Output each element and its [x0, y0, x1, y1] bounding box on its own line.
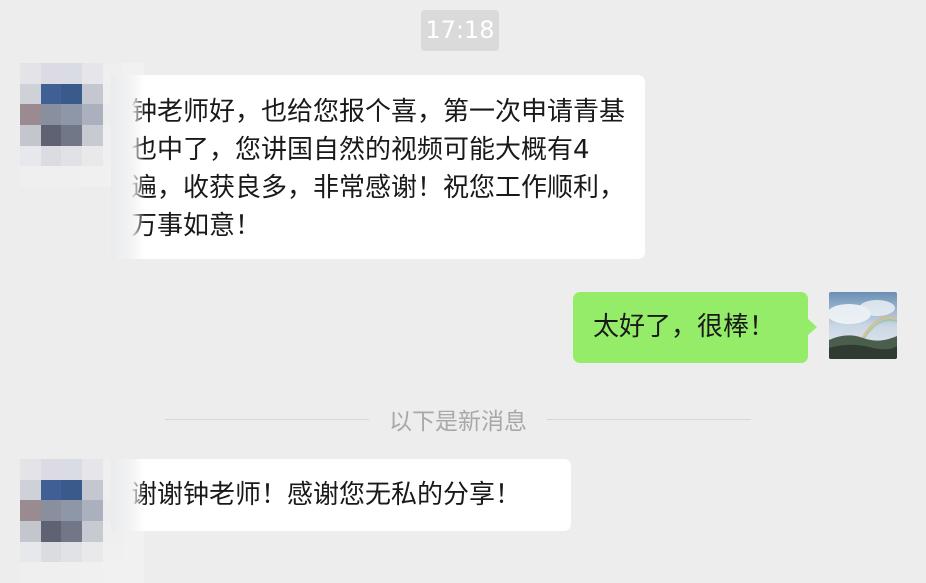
avatar-blur-overlay: [111, 75, 145, 259]
divider-label: 以下是新消息: [389, 409, 527, 435]
message-bubble-2[interactable]: 太好了，很棒！: [573, 292, 817, 363]
timestamp-badge: 17:18: [421, 10, 499, 51]
new-messages-divider: 以下是新消息: [165, 402, 751, 436]
message-bubble-1[interactable]: 钟老师好，也给您报个喜，第一次申请青基也中了，您讲国自然的视频可能大概有4遍，收…: [111, 75, 645, 259]
my-avatar-icon[interactable]: [829, 292, 897, 359]
avatar-blur-overlay: [111, 459, 145, 531]
landscape-rainbow-icon: [829, 292, 897, 359]
message-bubble-3[interactable]: 谢谢钟老师！感谢您无私的分享！: [111, 459, 571, 531]
divider-line-left: [165, 418, 369, 420]
divider-line-right: [547, 418, 751, 420]
message-text-3: 谢谢钟老师！感谢您无私的分享！: [131, 480, 522, 510]
message-text-1: 钟老师好，也给您报个喜，第一次申请青基也中了，您讲国自然的视频可能大概有4遍，收…: [131, 97, 626, 241]
chat-area: 17:18 钟老师好，也给您报个喜，第一次申请青基也中了，您讲国自然的视频可能大…: [0, 0, 926, 583]
message-text-2: 太好了，很棒！: [593, 312, 776, 342]
